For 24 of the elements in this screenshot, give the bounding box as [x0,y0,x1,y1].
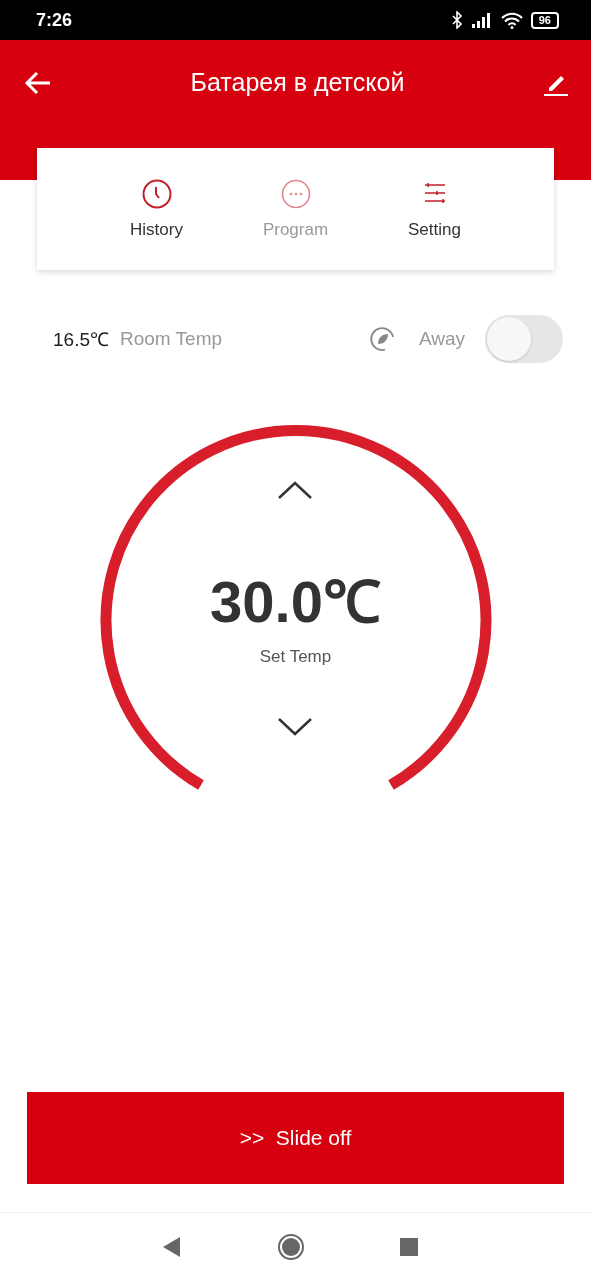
back-arrow-icon[interactable] [24,71,52,95]
room-temp-value: 16.5℃ [53,328,109,352]
bluetooth-icon [450,11,463,29]
more-dots-icon [279,178,312,210]
recents-square-icon[interactable] [400,1237,418,1256]
leaf-icon [368,325,397,353]
menu-tab[interactable]: History [102,148,211,270]
set-temp-value: 30.0℃ [210,568,381,636]
status-time: 7:26 [36,9,73,31]
page-title: Батарея в детской [190,68,405,97]
clock-icon [140,178,173,210]
chevron-down-icon[interactable] [277,717,314,737]
back-triangle-icon[interactable] [162,1235,182,1258]
away-toggle[interactable] [485,315,563,363]
home-circle-icon[interactable] [277,1232,305,1261]
away-label: Away [418,328,465,350]
menu-tab[interactable]: Setting [380,148,489,270]
signal-icon [470,12,493,28]
slide-off-button[interactable]: >> Slide off [27,1092,564,1184]
chevron-up-icon[interactable] [277,480,314,500]
wifi-icon [500,11,523,29]
set-temp-label: Set Temp [259,647,332,667]
battery-indicator: 96 [530,11,559,29]
room-temp-label: Room Temp [120,328,223,350]
